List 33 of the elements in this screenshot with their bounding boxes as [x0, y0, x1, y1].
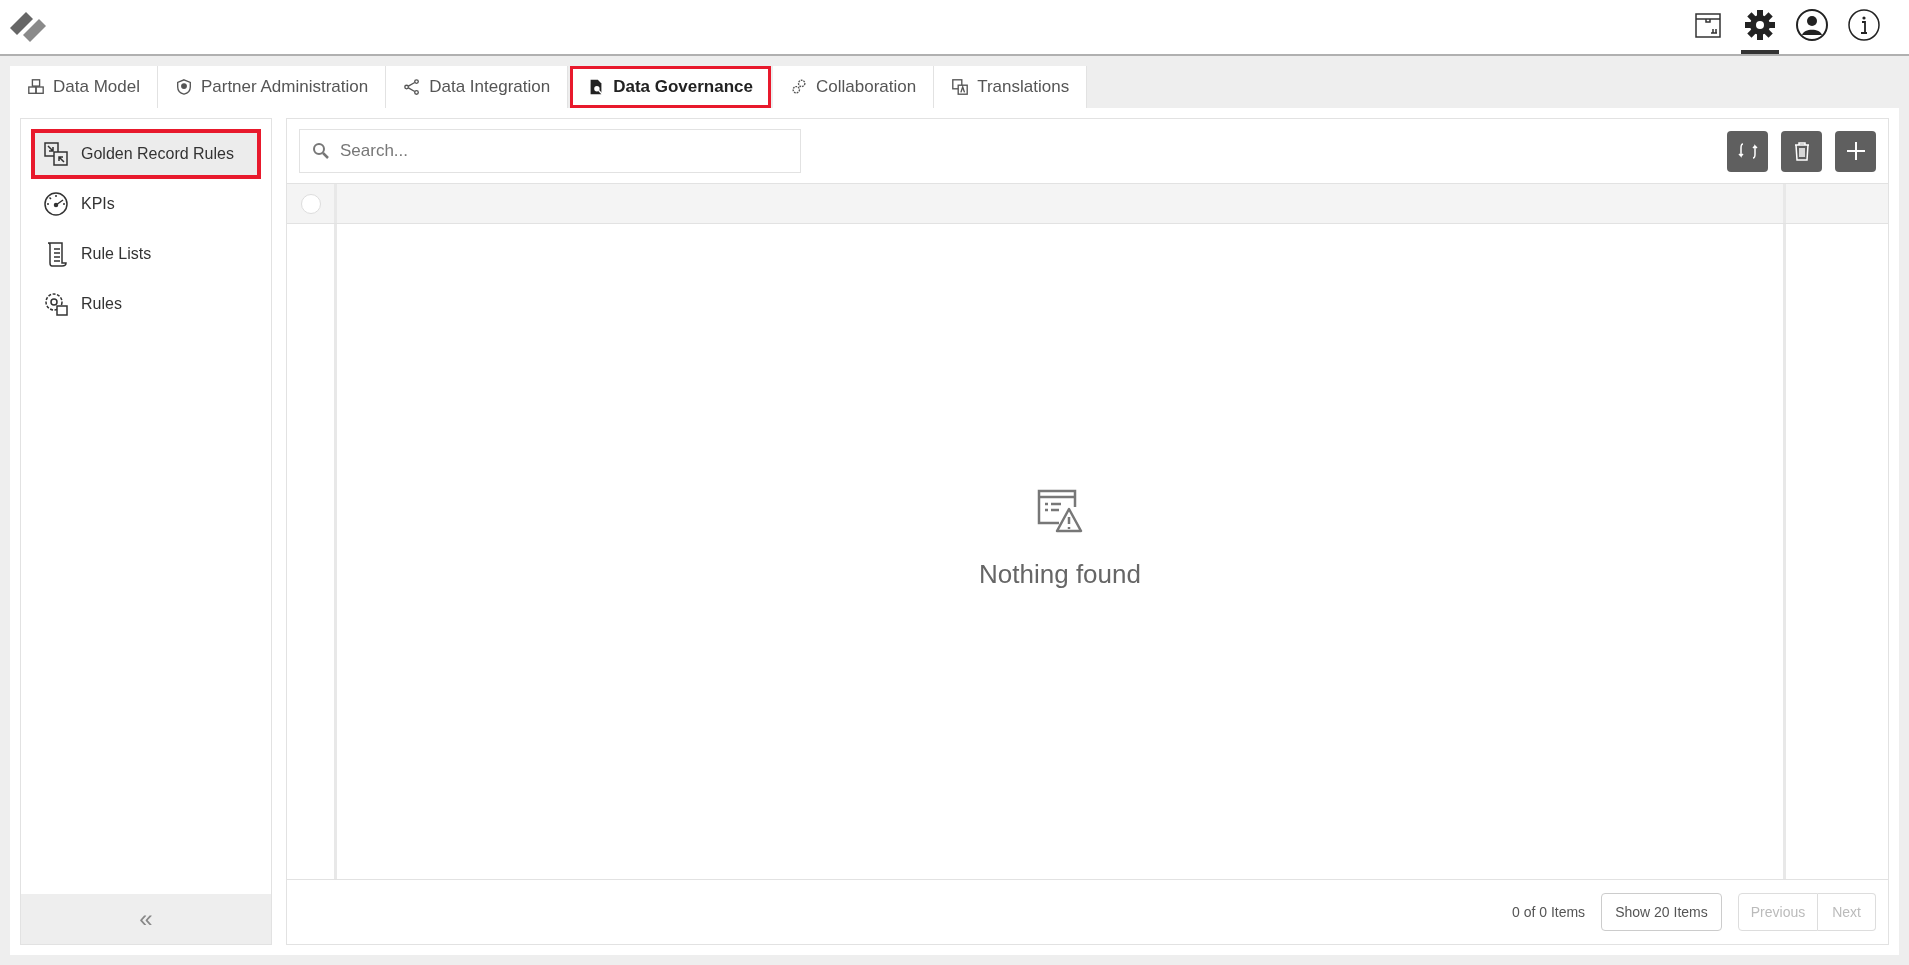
sync-icon — [1736, 140, 1759, 162]
info-icon[interactable] — [1847, 8, 1881, 42]
sync-button[interactable] — [1727, 130, 1768, 172]
sidebar-item[interactable]: Rules — [31, 279, 261, 329]
translate-icon — [951, 78, 970, 96]
sidebar-item[interactable]: KPIs — [31, 179, 261, 229]
gear-script-icon — [43, 291, 69, 317]
tab[interactable]: Data Model — [10, 66, 158, 108]
tab[interactable]: Collaboration — [773, 66, 935, 108]
cubes-icon — [27, 78, 45, 96]
merge-arrows-icon — [43, 141, 69, 167]
tab[interactable]: Translations — [934, 66, 1088, 108]
search-field[interactable]: Search... — [299, 129, 801, 173]
add-button[interactable] — [1835, 130, 1876, 172]
add-icon — [1844, 140, 1867, 162]
sidebar-item[interactable]: Golden Record Rules — [31, 129, 261, 179]
empty-message: Nothing found — [979, 558, 1141, 591]
tab[interactable]: Data Governance — [570, 66, 771, 108]
delete-button[interactable] — [1781, 130, 1822, 172]
page-size-button[interactable]: Show 20 Items — [1601, 893, 1722, 931]
user-icon[interactable] — [1795, 8, 1829, 42]
select-all-radio[interactable] — [300, 193, 321, 214]
gauge-icon — [43, 191, 69, 217]
gears-icon — [790, 78, 808, 96]
sidebar-item[interactable]: Rule Lists — [31, 229, 261, 279]
item-count: 0 of 0 Items — [1511, 902, 1586, 922]
tab[interactable]: Data Integration — [386, 66, 569, 108]
share-icon — [403, 78, 422, 96]
settings-icon[interactable] — [1743, 8, 1777, 42]
empty-list-warning-icon — [1037, 489, 1083, 535]
tab[interactable]: Partner Administration — [157, 66, 387, 108]
search-icon — [312, 142, 330, 160]
shield-icon — [174, 78, 193, 96]
